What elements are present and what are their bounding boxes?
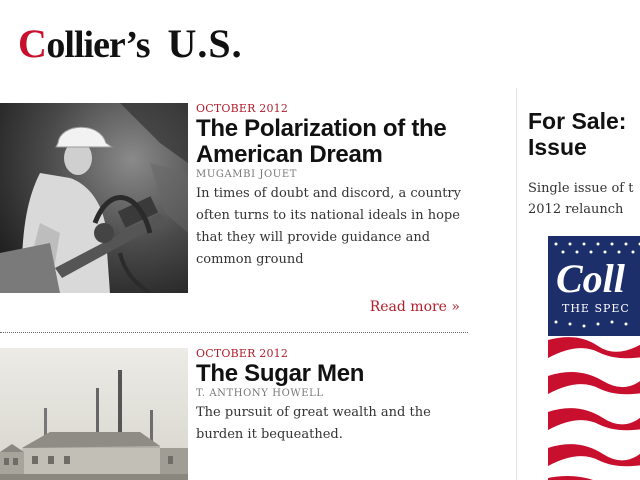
logo-wordmark: ollier’s	[46, 24, 150, 66]
article-date: OCTOBER 2012	[196, 347, 289, 360]
article-title-link[interactable]: The Sugar Men	[196, 361, 466, 387]
article-title-link[interactable]: The Polarization of the American Dream	[196, 116, 466, 168]
article-author[interactable]: MUGAMBI JOUET	[196, 169, 466, 181]
article-author[interactable]: T. ANTHONY HOWELL	[196, 388, 466, 400]
article-card: OCTOBER 2012 The Polarization of the Ame…	[0, 103, 470, 315]
article-thumbnail-sugar-mill[interactable]	[0, 348, 188, 480]
read-more-link[interactable]: Read more »	[370, 299, 460, 315]
cover-masthead: Coll	[556, 256, 626, 301]
article-text: OCTOBER 2012 The Sugar Men T. ANTHONY HO…	[196, 348, 466, 446]
cover-tagline: THE SPEC	[562, 302, 630, 315]
edition-label: U.S.	[167, 21, 243, 66]
sidebar-issue-for-sale: For Sale: Issue Single issue of t 2012 r…	[528, 108, 640, 480]
site-logo[interactable]: Collier’s U.S.	[18, 21, 243, 67]
magazine-cover-image[interactable]: Coll THE SPEC	[548, 236, 640, 480]
article-thumbnail-miner[interactable]	[0, 103, 188, 293]
article-card: OCTOBER 2012 The Sugar Men T. ANTHONY HO…	[0, 348, 470, 480]
column-separator	[516, 88, 517, 480]
flag-cover-art: Coll THE SPEC	[548, 236, 640, 480]
sidebar-description: Single issue of t 2012 relaunch	[528, 181, 634, 217]
article-date: OCTOBER 2012	[196, 102, 289, 115]
sidebar-title-link[interactable]: For Sale: Issue	[528, 108, 640, 160]
article-summary: The pursuit of great wealth and the burd…	[196, 405, 431, 442]
miner-photo	[0, 103, 188, 293]
article-divider	[0, 332, 468, 333]
sugar-mill-photo	[0, 348, 188, 480]
article-summary: In times of doubt and discord, a country…	[196, 186, 461, 267]
article-text: OCTOBER 2012 The Polarization of the Ame…	[196, 103, 466, 271]
logo-initial: C	[18, 21, 47, 66]
